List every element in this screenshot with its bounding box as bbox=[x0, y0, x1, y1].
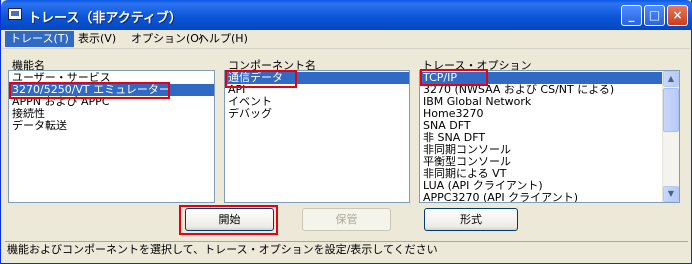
menu-view[interactable]: 表示(V) bbox=[73, 31, 121, 47]
list-item[interactable]: 非同期コンソール bbox=[420, 144, 662, 156]
list-item[interactable]: イベント bbox=[225, 96, 409, 108]
close-icon[interactable]: × bbox=[667, 5, 688, 26]
components-list[interactable]: 通信データ API イベント デバッグ bbox=[224, 70, 410, 203]
list-item[interactable]: 3270/5250/VT エミュレーター bbox=[9, 84, 214, 96]
status-bar: 機能およびコンポーネントを選択して、トレース・オプションを設定/表示してください bbox=[5, 241, 688, 259]
maximize-icon[interactable]: □ bbox=[644, 5, 665, 26]
trace-window: トレース（非アクティブ） _ □ × トレース(T) 表示(V) オプション(O… bbox=[0, 0, 692, 264]
list-item[interactable]: 平衡型コンソール bbox=[420, 156, 662, 168]
list-item[interactable]: LUA (API クライアント) bbox=[420, 180, 662, 192]
window-title: トレース（非アクティブ） bbox=[28, 11, 182, 26]
scroll-down-arrow-icon[interactable]: ▼ bbox=[663, 186, 679, 202]
list-item[interactable]: デバッグ bbox=[225, 108, 409, 120]
functions-list[interactable]: ユーザー・サービス 3270/5250/VT エミュレーター APPN および … bbox=[8, 70, 215, 203]
scroll-up-arrow-icon[interactable]: ▲ bbox=[663, 71, 679, 87]
list-item[interactable]: 接続性 bbox=[9, 108, 214, 120]
list-item[interactable]: TCP/IP bbox=[420, 72, 662, 84]
list-item[interactable]: 非 SNA DFT bbox=[420, 132, 662, 144]
list-item[interactable]: IBM Global Network bbox=[420, 96, 662, 108]
format-button[interactable]: 形式 bbox=[424, 208, 518, 231]
list-item[interactable]: ユーザー・サービス bbox=[9, 72, 214, 84]
save-button[interactable]: 保管 bbox=[302, 208, 391, 231]
trace-options-list[interactable]: TCP/IP 3270 (NWSAA および CS/NT による) IBM Gl… bbox=[419, 70, 680, 203]
list-item[interactable]: 3270 (NWSAA および CS/NT による) bbox=[420, 84, 662, 96]
list-item[interactable]: 通信データ bbox=[225, 72, 409, 84]
minimize-icon[interactable]: _ bbox=[621, 5, 642, 26]
list-item[interactable]: SNA DFT bbox=[420, 120, 662, 132]
menu-help[interactable]: ヘルプ(H) bbox=[193, 31, 253, 47]
list-item[interactable]: 非同期による VT bbox=[420, 168, 662, 180]
vertical-scrollbar[interactable]: ▲ ▼ bbox=[662, 71, 679, 202]
scroll-thumb[interactable] bbox=[663, 88, 679, 132]
list-item[interactable]: データ転送 bbox=[9, 120, 214, 132]
menu-bar: トレース(T) 表示(V) オプション(O) ヘルプ(H) bbox=[2, 30, 690, 49]
start-button[interactable]: 開始 bbox=[185, 208, 274, 231]
list-item[interactable]: API bbox=[225, 84, 409, 96]
list-item[interactable]: Home3270 bbox=[420, 108, 662, 120]
menu-trace[interactable]: トレース(T) bbox=[5, 31, 74, 47]
title-bar[interactable]: トレース（非アクティブ） _ □ × bbox=[1, 0, 692, 30]
app-icon bbox=[8, 8, 22, 20]
list-item[interactable]: APPN および APPC bbox=[9, 96, 214, 108]
list-item[interactable]: APPC3270 (API クライアント) bbox=[420, 192, 662, 202]
